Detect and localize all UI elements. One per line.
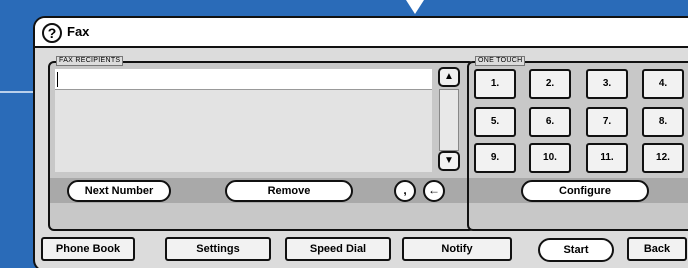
settings-button[interactable]: Settings [165,237,271,261]
recipient-scrollbar[interactable]: ▲ ▼ [436,67,462,173]
notify-button[interactable]: Notify [402,237,512,261]
title-bar: ? Fax [35,18,688,48]
fax-recipients-label: FAX RECIPIENTS [56,56,124,66]
one-touch-key-1[interactable]: 1. [474,69,516,99]
one-touch-key-2[interactable]: 2. [529,69,571,99]
one-touch-key-3[interactable]: 3. [586,69,628,99]
recipient-input[interactable] [55,69,432,90]
one-touch-group: ONE TOUCH 1. 2. 3. 4. 5. 6. 7. 8. 9. 10.… [467,56,688,231]
one-touch-key-4[interactable]: 4. [642,69,684,99]
next-number-button[interactable]: Next Number [67,180,171,202]
scroll-up-icon[interactable]: ▲ [438,67,460,87]
backspace-icon[interactable]: ← [423,180,445,202]
text-caret [57,72,58,87]
one-touch-key-11[interactable]: 11. [586,143,628,173]
remove-button[interactable]: Remove [225,180,353,202]
back-button[interactable]: Back [627,237,687,261]
recipients-action-bar: Next Number Remove , ← [50,178,473,203]
phone-book-button[interactable]: Phone Book [41,237,135,261]
one-touch-key-10[interactable]: 10. [529,143,571,173]
fax-window: ? Fax FAX RECIPIENTS ▲ ▼ Next Number Rem… [33,16,688,268]
window-title: Fax [67,24,90,39]
comma-button[interactable]: , [394,180,416,202]
speed-dial-button[interactable]: Speed Dial [285,237,391,261]
fax-recipients-group: FAX RECIPIENTS ▲ ▼ Next Number Remove , … [48,56,475,231]
one-touch-key-9[interactable]: 9. [474,143,516,173]
one-touch-label: ONE TOUCH [475,56,526,66]
one-touch-key-8[interactable]: 8. [642,107,684,137]
pointer-arrow-icon [406,0,424,14]
scroll-down-icon[interactable]: ▼ [438,151,460,171]
scroll-track[interactable] [439,89,459,151]
help-icon[interactable]: ? [42,23,62,43]
configure-button[interactable]: Configure [521,180,649,202]
one-touch-key-12[interactable]: 12. [642,143,684,173]
one-touch-action-bar: Configure [469,178,688,203]
recipient-list[interactable] [55,69,432,172]
one-touch-key-7[interactable]: 7. [586,107,628,137]
start-button[interactable]: Start [538,238,614,262]
one-touch-key-5[interactable]: 5. [474,107,516,137]
one-touch-key-6[interactable]: 6. [529,107,571,137]
